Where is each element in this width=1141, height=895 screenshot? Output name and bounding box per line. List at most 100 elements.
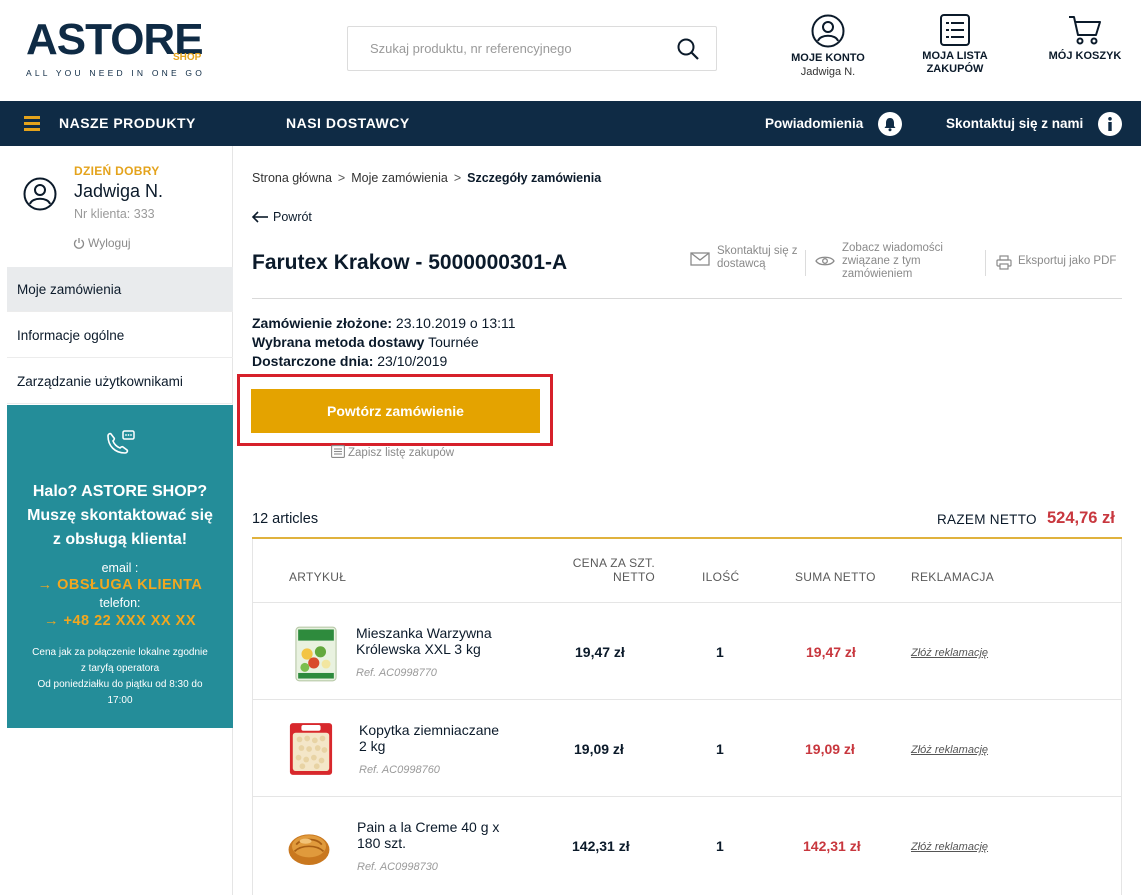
email-label: email : <box>101 561 139 575</box>
net-sum: 19,47 zł <box>806 644 856 660</box>
export-pdf-label: Eksportuj jako PDF <box>1018 255 1117 267</box>
search-input[interactable] <box>348 27 668 70</box>
contact-supplier-label-1: Skontaktuj się z <box>717 245 798 257</box>
product-name-line-1: Mieszanka Warzywna <box>356 625 492 641</box>
contact-supplier-label-2: dostawcą <box>717 258 766 270</box>
note-line-2: z taryfą operatora <box>80 663 160 674</box>
sidebar-item-my-orders[interactable]: Moje zamówienia <box>7 267 233 312</box>
net-sum: 142,31 zł <box>803 838 861 854</box>
logo-shop-label: SHOP <box>173 52 202 63</box>
quantity: 1 <box>716 644 724 660</box>
logout-link[interactable]: Wyloguj <box>73 236 131 250</box>
search-icon[interactable] <box>676 37 700 61</box>
product-name-line-2: Królewska XXL 3 kg <box>356 641 481 657</box>
note-line-1: Cena jak za połączenie lokalne zgodnie <box>32 647 208 658</box>
delivered-line: Dostarczone dnia: 23/10/2019 <box>252 353 447 369</box>
action-divider <box>985 250 986 276</box>
help-title-line-3: z obsługą klienta! <box>52 531 188 548</box>
bell-icon[interactable] <box>878 112 902 136</box>
phone-label: telefon: <box>99 596 141 610</box>
envelope-icon <box>690 252 710 266</box>
user-name: Jadwiga N. <box>74 181 164 201</box>
account-label: MOJE KONTO <box>791 52 865 64</box>
hamburger-menu-icon[interactable] <box>24 116 40 131</box>
nav-our-products[interactable]: NASZE PRODUKTY <box>59 101 196 146</box>
view-messages-label-3: zamówieniem <box>842 268 913 280</box>
product-name-line-1: Kopytka ziemniaczane <box>359 722 500 738</box>
file-claim-link[interactable]: Złóż reklamację <box>911 841 988 853</box>
sidebar-item-general-info[interactable]: Informacje ogólne <box>7 313 233 358</box>
product-image-pastry <box>288 834 330 866</box>
cart-label: MÓJ KOSZYK <box>1048 50 1122 62</box>
order-placed-value: 23.10.2019 o 13:11 <box>395 315 516 331</box>
customer-service-phone-link[interactable]: → +48 22 XXX XX XX <box>7 613 233 629</box>
file-claim-link[interactable]: Złóż reklamację <box>911 647 988 659</box>
table-row: Kopytka ziemniaczane 2 kg Ref. AC0998760… <box>253 699 1121 796</box>
list-icon <box>940 14 970 46</box>
save-shopping-list-label: Zapisz listę zakupów <box>348 447 455 459</box>
contact-supplier-button[interactable]: Skontaktuj się z dostawcą <box>690 245 806 271</box>
action-divider <box>805 250 806 276</box>
column-header-article: ARTYKUŁ <box>289 570 347 584</box>
column-header-net-sum: SUMA NETTO <box>795 570 876 584</box>
quantity: 1 <box>716 838 724 854</box>
export-pdf-button[interactable]: Eksportuj jako PDF <box>996 255 1117 270</box>
sidebar-item-user-management[interactable]: Zarządzanie użytkownikami <box>7 359 233 404</box>
delivery-method-line: Wybrana metoda dostawy Tournée <box>252 334 479 350</box>
help-title-line-1: Halo? ASTORE SHOP? <box>32 483 208 500</box>
product-name[interactable]: Kopytka ziemniaczane 2 kg <box>359 722 499 754</box>
title-divider <box>252 298 1122 299</box>
printer-icon <box>996 255 1012 270</box>
back-link[interactable]: Powrót <box>251 210 312 224</box>
call-pricing-note: Cena jak za połączenie lokalne zgodnie z… <box>15 645 225 709</box>
delivered-value: 23/10/2019 <box>377 353 448 369</box>
quantity: 1 <box>716 741 724 757</box>
help-title-line-2: Muszę skontaktować się <box>27 507 213 524</box>
arrow-left-icon <box>251 211 268 223</box>
cart-button[interactable]: MÓJ KOSZYK <box>1042 14 1128 63</box>
customer-service-panel: Halo? ASTORE SHOP? Muszę skontaktować si… <box>7 405 233 728</box>
shopping-list-button[interactable]: MOJA LISTA ZAKUPÓW <box>913 14 997 76</box>
note-line-4: 17:00 <box>107 695 133 706</box>
product-ref: Ref. AC0998770 <box>356 667 437 679</box>
view-messages-button[interactable]: Zobacz wiadomości związane z tym zamówie… <box>815 242 965 281</box>
unit-price-header-line-1: CENA ZA SZT. <box>572 556 655 570</box>
column-header-unit-price: CENA ZA SZT. NETTO <box>553 556 655 584</box>
product-name-line-2: 2 kg <box>359 738 386 754</box>
product-name[interactable]: Mieszanka Warzywna Królewska XXL 3 kg <box>356 625 492 657</box>
table-row: Pain a la Creme 40 g x 180 szt. Ref. AC0… <box>253 796 1121 893</box>
customer-service-email-link[interactable]: → OBSŁUGA KLIENTA <box>7 577 233 593</box>
client-number: Nr klienta: 333 <box>74 207 155 221</box>
help-title: Halo? ASTORE SHOP? Muszę skontaktować si… <box>7 480 233 552</box>
top-header: ASTORE SHOP ALL YOU NEED IN ONE GO MOJE … <box>0 0 1141 101</box>
product-name[interactable]: Pain a la Creme 40 g x 180 szt. <box>357 819 499 851</box>
breadcrumb-home[interactable]: Strona główna <box>252 171 332 185</box>
search-box <box>347 26 717 71</box>
back-label: Powrót <box>273 210 312 224</box>
table-row: Mieszanka Warzywna Królewska XXL 3 kg Re… <box>253 602 1121 699</box>
account-sidebar: DZIEŃ DOBRY Jadwiga N. Nr klienta: 333 W… <box>7 146 233 895</box>
list-icon <box>331 445 345 458</box>
breadcrumb-separator: > <box>337 171 346 185</box>
delivered-label: Dostarczone dnia: <box>252 353 374 369</box>
repeat-order-button[interactable]: Powtórz zamówienie <box>251 389 540 433</box>
my-account-button[interactable]: MOJE KONTO Jadwiga N. <box>785 14 871 79</box>
product-ref: Ref. AC0998760 <box>359 764 440 776</box>
logo-tagline: ALL YOU NEED IN ONE GO <box>26 68 206 78</box>
save-shopping-list-link[interactable]: Zapisz listę zakupów <box>331 445 454 459</box>
product-name-line-2: 180 szt. <box>357 835 407 851</box>
info-icon[interactable] <box>1098 112 1122 136</box>
nav-our-suppliers[interactable]: NASI DOSTAWCY <box>286 101 410 146</box>
astore-logo[interactable]: ASTORE SHOP ALL YOU NEED IN ONE GO <box>26 16 216 80</box>
file-claim-link[interactable]: Złóż reklamację <box>911 744 988 756</box>
product-image-potato-dumplings <box>289 723 333 775</box>
logout-label: Wyloguj <box>88 236 131 250</box>
nav-notifications[interactable]: Powiadomienia <box>765 101 863 146</box>
shopping-list-label-2: ZAKUPÓW <box>926 63 984 75</box>
breadcrumb-my-orders[interactable]: Moje zamówienia <box>351 171 448 185</box>
unit-price: 19,09 zł <box>574 741 624 757</box>
nav-contact-us[interactable]: Skontaktuj się z nami <box>946 101 1083 146</box>
greeting: DZIEŃ DOBRY <box>74 164 160 178</box>
column-header-claim: REKLAMACJA <box>911 570 995 584</box>
order-title: Farutex Krakow - 5000000301-A <box>252 251 568 274</box>
